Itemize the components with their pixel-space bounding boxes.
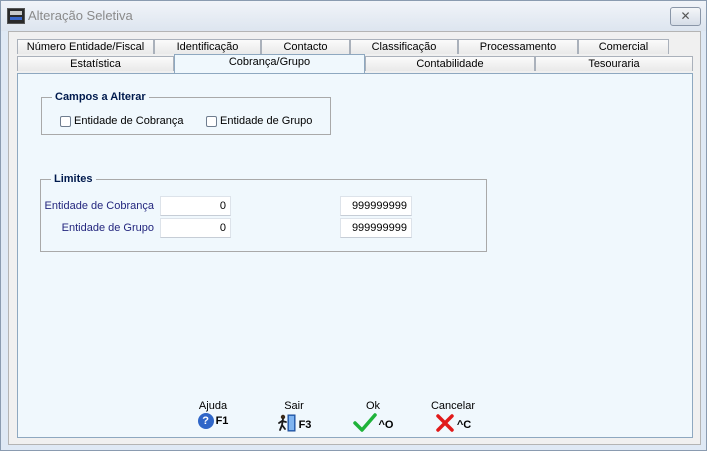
limites-group: Limites Entidade de Cobrança 0 999999999… — [40, 173, 487, 252]
tab-comercial[interactable]: Comercial — [578, 39, 669, 54]
window: Alteração Seletiva ✕ Número Entidade/Fis… — [0, 0, 707, 451]
tab-tesouraria[interactable]: Tesouraria — [535, 56, 693, 71]
tab-contabilidade[interactable]: Contabilidade — [365, 56, 535, 71]
tab-classificacao[interactable]: Classificação — [350, 39, 458, 54]
campos-group: Campos a Alterar Entidade de Cobrança En… — [41, 91, 331, 135]
sair-label: Sair — [284, 400, 304, 412]
tab-estatistica[interactable]: Estatística — [17, 56, 174, 71]
entidade-grupo-from-field[interactable]: 0 — [160, 218, 231, 238]
entidade-grupo-to-field[interactable]: 999999999 — [340, 218, 412, 238]
tab-processamento[interactable]: Processamento — [458, 39, 578, 54]
campos-legend: Campos a Alterar — [55, 91, 146, 103]
sair-button[interactable]: Sair F3 — [264, 400, 324, 438]
label-entidade-grupo: Entidade de Grupo — [61, 222, 154, 234]
entidade-cobranca-to-field[interactable]: 999999999 — [340, 196, 412, 216]
ok-button[interactable]: Ok ^O — [343, 400, 403, 438]
checkbox-entidade-cobranca[interactable]: Entidade de Cobrança — [60, 115, 183, 127]
ok-key: ^O — [378, 418, 394, 431]
cancel-icon — [435, 413, 455, 436]
tab-identificacao[interactable]: Identificação — [154, 39, 261, 54]
close-button[interactable]: ✕ — [670, 7, 701, 26]
ajuda-key: F1 — [215, 415, 229, 427]
checkbox-label: Entidade de Grupo — [220, 115, 313, 127]
help-icon: ? — [197, 413, 214, 429]
app-icon — [7, 8, 25, 24]
entidade-cobranca-from-field[interactable]: 0 — [160, 196, 231, 216]
sair-key: F3 — [298, 418, 312, 431]
title-bar: Alteração Seletiva ✕ — [1, 1, 706, 31]
ok-label: Ok — [365, 400, 381, 412]
checkbox-label: Entidade de Cobrança — [74, 115, 184, 127]
exit-icon — [277, 413, 297, 436]
label-entidade-cobranca: Entidade de Cobrança — [44, 200, 154, 212]
checkbox-box[interactable] — [206, 115, 217, 127]
window-title: Alteração Seletiva — [28, 8, 133, 23]
check-icon — [352, 413, 377, 436]
cancelar-key: ^C — [456, 418, 472, 431]
checkbox-box[interactable] — [60, 115, 71, 127]
cancelar-label: Cancelar — [430, 400, 476, 412]
tab-numero-entidade-fiscal[interactable]: Número Entidade/Fiscal — [17, 39, 154, 54]
ajuda-label: Ajuda — [198, 400, 228, 412]
dialog-client: Número Entidade/Fiscal Identificação Con… — [8, 31, 701, 445]
cancelar-button[interactable]: Cancelar ^C — [423, 400, 483, 438]
checkbox-entidade-grupo[interactable]: Entidade de Grupo — [206, 115, 312, 127]
limites-legend: Limites — [54, 173, 93, 185]
tab-cobranca-grupo[interactable]: Cobrança/Grupo — [174, 54, 365, 73]
tab-panel-cobranca-grupo: Campos a Alterar Entidade de Cobrança En… — [17, 73, 693, 438]
tab-contacto[interactable]: Contacto — [261, 39, 350, 54]
ajuda-button[interactable]: Ajuda ? F1 — [183, 400, 243, 438]
